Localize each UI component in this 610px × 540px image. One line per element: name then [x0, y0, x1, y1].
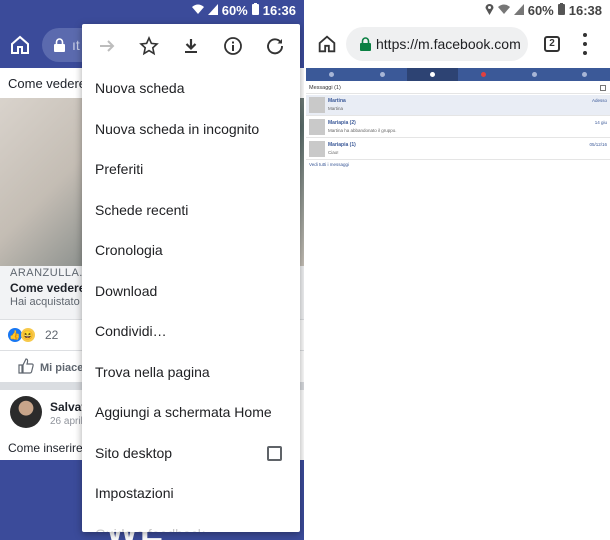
conversation-time: 05/12/16	[589, 142, 607, 147]
reactions-summary[interactable]: 👍 😆 22	[8, 328, 58, 342]
battery-percent: 60%	[221, 3, 248, 18]
menu-item-history[interactable]: Cronologia	[82, 230, 300, 271]
avatar	[309, 97, 325, 113]
star-icon[interactable]	[138, 35, 160, 57]
menu-item-bookmarks[interactable]: Preferiti	[82, 149, 300, 190]
menu-item-add-to-home[interactable]: Aggiungi a schermata Home	[82, 392, 300, 433]
signal-icon	[207, 3, 218, 18]
status-bar: 60% 16:36	[0, 0, 304, 22]
menu-item-desktop-site[interactable]: Sito desktop	[82, 433, 300, 474]
friends-tab[interactable]	[357, 68, 408, 81]
author-name[interactable]: Salvat	[50, 400, 85, 414]
link-title: Come vedere	[10, 281, 86, 295]
avatar[interactable]	[10, 396, 42, 428]
menu-item-new-tab[interactable]: Nuova scheda	[82, 68, 300, 109]
overflow-menu: Nuova scheda Nuova scheda in incognito P…	[82, 24, 300, 532]
conversation-time: 14 giu	[594, 120, 607, 125]
search-tab[interactable]	[509, 68, 560, 81]
info-icon[interactable]	[222, 35, 244, 57]
location-icon	[485, 3, 494, 18]
notifications-tab[interactable]	[458, 68, 509, 81]
desktop-site-label: Sito desktop	[95, 444, 173, 461]
menu-item-help[interactable]: Guida e feedback	[82, 514, 300, 532]
forward-icon[interactable]	[96, 35, 118, 57]
tab-switcher-button[interactable]: 2	[544, 36, 560, 52]
url-text: https://m.facebook.com	[376, 36, 521, 52]
lock-icon	[54, 38, 65, 57]
link-description: Hai acquistato u	[10, 296, 89, 308]
messages-header-label: Messaggi (1)	[309, 85, 341, 91]
right-phone-screen: 60% 16:38 https://m.facebook.com 2 Messa…	[306, 0, 610, 540]
lock-icon	[360, 37, 371, 56]
url-text: ıt	[72, 37, 80, 53]
battery-icon	[251, 3, 259, 18]
conversation-name: Mariapia (2)	[328, 120, 356, 126]
facebook-nav-bar	[306, 68, 610, 81]
wifi-icon	[497, 3, 510, 18]
conversation-name: Mariapia (1)	[328, 142, 356, 148]
messages-tab[interactable]	[407, 68, 459, 81]
post-text: Come inserire	[8, 441, 83, 455]
download-icon[interactable]	[180, 35, 202, 57]
conversation-row[interactable]: Martina Martina Adesso	[306, 95, 610, 116]
clock: 16:36	[262, 3, 296, 18]
signal-icon	[513, 3, 524, 18]
desktop-site-checkbox[interactable]	[267, 445, 282, 461]
left-phone-screen: 60% 16:36 ıt Come vedere ARANZULLA.IT Co…	[0, 0, 304, 540]
wifi-icon	[191, 3, 204, 18]
conversation-snippet: Martina	[328, 106, 344, 111]
see-all-messages-link[interactable]: Vedi tutti i messaggi	[309, 162, 349, 167]
browser-toolbar: https://m.facebook.com 2	[306, 22, 610, 66]
thumbs-up-icon	[18, 358, 34, 377]
more-menu-icon[interactable]	[582, 33, 588, 55]
status-bar: 60% 16:38	[306, 0, 610, 22]
conversation-row[interactable]: Mariapia (1) Ciao! 05/12/16	[306, 139, 610, 160]
menu-item-settings[interactable]: Impostazioni	[82, 473, 300, 514]
messages-header: Messaggi (1)	[306, 82, 610, 94]
news-feed-tab[interactable]	[306, 68, 357, 81]
haha-reaction-icon: 😆	[21, 328, 35, 342]
like-label: Mi piace	[40, 361, 84, 374]
avatar	[309, 141, 325, 157]
omnibox[interactable]: https://m.facebook.com	[346, 27, 528, 61]
menu-item-share[interactable]: Condividi…	[82, 311, 300, 352]
menu-tab[interactable]	[559, 68, 610, 81]
menu-item-downloads[interactable]: Download	[82, 271, 300, 312]
conversation-row[interactable]: Mariapia (2) Martina ha abbandonato il g…	[306, 117, 610, 138]
conversation-snippet: Martina ha abbandonato il gruppo.	[328, 128, 397, 133]
menu-item-incognito-tab[interactable]: Nuova scheda in incognito	[82, 109, 300, 150]
menu-item-find-in-page[interactable]: Trova nella pagina	[82, 352, 300, 393]
avatar	[309, 119, 325, 135]
menu-item-recent-tabs[interactable]: Schede recenti	[82, 190, 300, 231]
clock: 16:38	[568, 3, 602, 18]
conversation-snippet: Ciao!	[328, 150, 339, 155]
like-button[interactable]: Mi piace	[18, 358, 83, 377]
compose-icon[interactable]	[600, 85, 606, 91]
conversation-name: Martina	[328, 98, 346, 104]
menu-icon-row	[82, 24, 300, 68]
home-icon[interactable]	[8, 33, 32, 57]
post-title: Come vedere	[8, 76, 87, 91]
post-date: 26 april	[50, 416, 83, 427]
conversation-time: Adesso	[591, 98, 607, 103]
refresh-icon[interactable]	[264, 35, 286, 57]
battery-percent: 60%	[527, 3, 554, 18]
reaction-count: 22	[45, 328, 59, 342]
home-icon[interactable]	[316, 33, 338, 60]
like-reaction-icon: 👍	[8, 328, 22, 342]
battery-icon	[557, 3, 565, 18]
